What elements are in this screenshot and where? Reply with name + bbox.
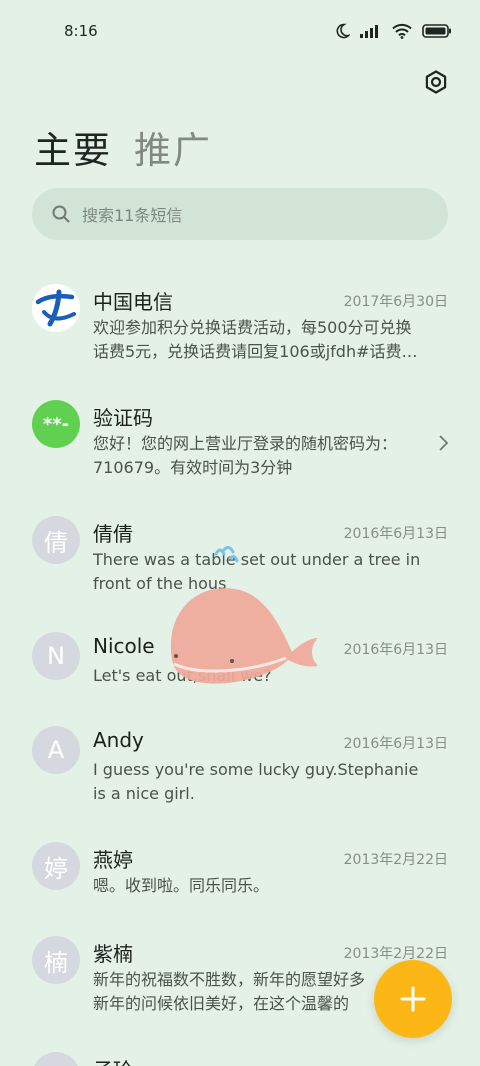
message-date: 2013年2月22日 bbox=[343, 852, 448, 868]
status-icons bbox=[334, 23, 452, 39]
settings-button[interactable] bbox=[422, 68, 450, 96]
whale-illustration bbox=[170, 545, 318, 684]
conversation-verification-code[interactable]: **- 验证码 您好！您的网上营业厅登录的随机密码为： 710679。有效时间为… bbox=[0, 388, 480, 504]
message-date: 2016年6月13日 bbox=[343, 526, 448, 542]
battery-icon bbox=[422, 24, 451, 38]
message-preview: 嗯。收到啦。同乐同乐。 bbox=[93, 876, 270, 895]
status-time: 8:16 bbox=[64, 22, 98, 40]
conversation-china-telecom[interactable]: 中国电信 2017年6月30日 欢迎参加积分兑换话费活动，每500分可兑换 话费… bbox=[0, 272, 480, 388]
message-preview: 新年的祝福数不胜数，新年的愿望好多 新年的问候依旧美好，在这个温馨的 bbox=[93, 970, 366, 1013]
contact-name: 验证码 bbox=[93, 406, 153, 430]
message-preview: 欢迎参加积分兑换话费活动，每500分可兑换 话费5元，兑换话费请回复106或jf… bbox=[93, 318, 418, 361]
avatar: 婷 bbox=[32, 842, 80, 890]
message-preview: 您好！您的网上营业厅登录的随机密码为： 710679。有效时间为3分钟 bbox=[93, 434, 398, 477]
conversation-yanting[interactable]: 婷 燕婷 2013年2月22日 嗯。收到啦。同乐同乐。 bbox=[0, 830, 480, 924]
search-icon bbox=[52, 205, 70, 223]
settings-icon bbox=[425, 70, 447, 94]
contact-name: Nicole bbox=[93, 634, 155, 658]
conversation-andy[interactable]: A Andy 2016年6月13日 I guess you're some lu… bbox=[0, 714, 480, 830]
status-bar: 8:16 bbox=[0, 0, 480, 62]
avatar: 玲 bbox=[32, 1052, 80, 1066]
contact-name: 燕婷 bbox=[93, 848, 133, 872]
avatar: A bbox=[32, 726, 80, 774]
contact-name: 子玲 bbox=[93, 1054, 133, 1066]
moon-icon bbox=[336, 23, 350, 39]
message-date: 2017年6月30日 bbox=[343, 294, 448, 310]
chevron-right-icon[interactable] bbox=[438, 434, 450, 452]
avatar: N bbox=[32, 632, 80, 680]
message-preview: I guess you're some lucky guy.Stephanie … bbox=[93, 760, 419, 803]
message-date: 2013年2月22日 bbox=[343, 946, 448, 962]
contact-name: Andy bbox=[93, 728, 144, 752]
tab-bar: 主要 推广 bbox=[34, 120, 212, 174]
new-message-button[interactable] bbox=[374, 960, 452, 1038]
china-telecom-logo bbox=[32, 284, 80, 332]
avatar: 倩 bbox=[32, 516, 80, 564]
contact-name: 紫楠 bbox=[93, 942, 133, 966]
message-date: 2016年6月13日 bbox=[343, 736, 448, 752]
wifi-icon bbox=[392, 23, 412, 39]
contact-name: 中国电信 bbox=[93, 290, 173, 314]
message-date: 2016年6月13日 bbox=[343, 642, 448, 658]
contact-name: 倩倩 bbox=[93, 522, 133, 546]
search-bar[interactable]: 搜索11条短信 bbox=[32, 188, 448, 240]
avatar: **- bbox=[32, 400, 80, 448]
conversation-ziling[interactable]: 玲 子玲 bbox=[0, 1040, 480, 1066]
search-input[interactable]: 搜索11条短信 bbox=[82, 202, 182, 226]
add-icon bbox=[400, 986, 426, 1012]
tab-promotions[interactable]: 推广 bbox=[134, 120, 212, 174]
avatar: 楠 bbox=[32, 936, 80, 984]
tab-primary[interactable]: 主要 bbox=[34, 120, 112, 174]
signal-icon bbox=[360, 25, 378, 38]
